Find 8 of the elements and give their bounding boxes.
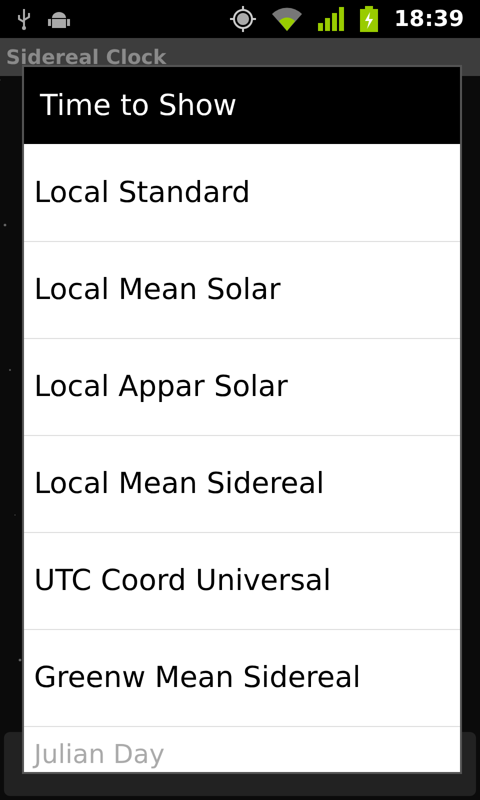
gps-icon (230, 6, 256, 32)
dialog-title: Time to Show (40, 86, 237, 124)
battery-charging-icon (360, 6, 378, 32)
status-time: 18:39 (394, 6, 464, 34)
signal-icon (318, 7, 344, 31)
wifi-icon (272, 7, 302, 31)
usb-icon (16, 7, 32, 31)
app-title: Sidereal Clock (6, 44, 166, 71)
